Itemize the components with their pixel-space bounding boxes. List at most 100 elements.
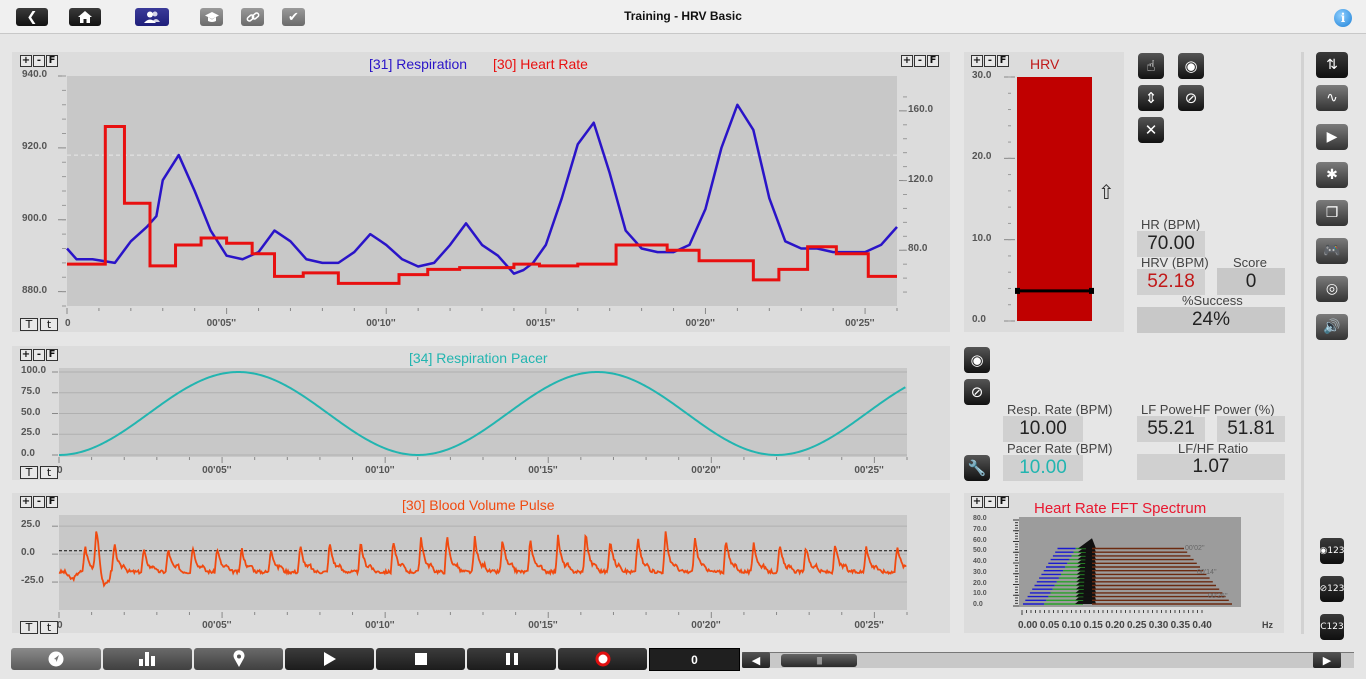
gamepad-icon: 🎮 bbox=[1323, 243, 1341, 259]
waveform-icon: ∿ bbox=[1326, 90, 1338, 106]
y-left-tick-label: 940.0 bbox=[22, 69, 48, 80]
x-tick-label: 0 bbox=[65, 318, 71, 329]
y-left-tick-label: 920.0 bbox=[22, 140, 48, 152]
y-tick-label: -25.0 bbox=[21, 575, 44, 587]
record-button[interactable] bbox=[558, 648, 647, 670]
media-files-icon: ❐ bbox=[1325, 205, 1339, 221]
x-tick-label: 0 bbox=[57, 465, 63, 476]
bar-chart-icon bbox=[138, 652, 155, 666]
y-left-tick-label: 900.0 bbox=[22, 212, 48, 224]
show-numbers-button[interactable]: ◉123 bbox=[1319, 538, 1345, 564]
y-left-tick-label: 880.0 bbox=[22, 284, 48, 296]
fft-x-tick-label: 0.10 bbox=[1061, 620, 1082, 631]
fft-time-label: 00'26'' bbox=[1208, 593, 1228, 600]
y-tick-label: 0.0 bbox=[21, 547, 35, 559]
scroll-thumb[interactable]: ||||| bbox=[781, 654, 857, 667]
session-counter: 0 bbox=[649, 648, 740, 671]
hide-numbers-icon: ⊘123 bbox=[1319, 584, 1345, 594]
y-tick-label: 80.0 bbox=[973, 515, 987, 522]
caret-left-icon: ◀ bbox=[751, 654, 761, 667]
puzzle-icon: ✱ bbox=[1326, 167, 1338, 183]
y-tick-label: 20.0 bbox=[972, 151, 992, 163]
dvd-button[interactable]: ◎ bbox=[1316, 276, 1348, 302]
media-button[interactable]: ❐ bbox=[1316, 200, 1348, 226]
x-tick-label: 0 bbox=[57, 620, 63, 631]
sidebar-divider bbox=[1301, 52, 1304, 634]
fft-x-tick-label: 0.00 bbox=[1018, 620, 1038, 631]
speaker-icon: 🔊 bbox=[1323, 319, 1341, 335]
fft-spectrum-chart bbox=[1013, 519, 1232, 615]
x-tick-label: 00'15'' bbox=[525, 318, 556, 329]
x-tick-label: 00'20'' bbox=[685, 318, 715, 329]
stop-icon bbox=[414, 653, 427, 665]
fft-x-tick-label: 0.40 bbox=[1192, 620, 1212, 631]
fft-x-tick-label: 0.20 bbox=[1105, 620, 1125, 631]
pause-icon bbox=[505, 653, 518, 665]
y-tick-label: 30.0 bbox=[972, 70, 992, 81]
x-tick-label: 00'15'' bbox=[528, 465, 558, 476]
scroll-left-button[interactable]: ◀ bbox=[742, 652, 770, 668]
video-play-icon: ▶ bbox=[1326, 129, 1338, 145]
fft-peak bbox=[1078, 538, 1096, 549]
x-tick-label: 00'25'' bbox=[845, 318, 875, 329]
y-tick-label: 50.0 bbox=[973, 547, 987, 555]
x-tick-label: 00'05'' bbox=[202, 465, 232, 476]
x-tick-label: 00'05'' bbox=[206, 318, 236, 329]
y-tick-label: 100.0 bbox=[21, 365, 47, 376]
fft-x-axis-label: Hz bbox=[1262, 620, 1273, 630]
marker-button[interactable] bbox=[194, 648, 283, 670]
navigate-icon bbox=[48, 651, 64, 667]
fft-time-label: 00'14'' bbox=[1197, 569, 1217, 576]
statistics-button[interactable] bbox=[103, 648, 192, 670]
x-tick-label: 00'10'' bbox=[366, 318, 396, 329]
y-tick-label: 40.0 bbox=[973, 558, 987, 565]
disc-icon: ◎ bbox=[1325, 281, 1339, 297]
graph-button[interactable]: ∿ bbox=[1316, 85, 1348, 111]
y-tick-label: 70.0 bbox=[973, 525, 987, 533]
x-tick-label: 00'10'' bbox=[365, 465, 395, 476]
x-tick-label: 00'05'' bbox=[202, 620, 232, 631]
fft-time-label: 00'02'' bbox=[1185, 545, 1205, 552]
y-tick-label: 10.0 bbox=[973, 590, 987, 598]
y-right-tick-label: 160.0 bbox=[908, 103, 934, 115]
y-tick-label: 25.0 bbox=[21, 519, 41, 531]
puzzle-button[interactable]: ✱ bbox=[1316, 162, 1348, 188]
y-tick-label: 20.0 bbox=[973, 579, 987, 587]
y-tick-label: 50.0 bbox=[21, 406, 41, 418]
sound-button[interactable]: 🔊 bbox=[1316, 314, 1348, 340]
record-icon bbox=[595, 651, 610, 667]
clear-numbers-button[interactable]: C123 bbox=[1320, 614, 1344, 640]
swap-arrows-icon: ⇅ bbox=[1326, 57, 1338, 73]
show-numbers-icon: ◉123 bbox=[1319, 546, 1345, 556]
fft-x-tick-label: 0.05 bbox=[1039, 620, 1060, 631]
x-tick-label: 00'20'' bbox=[691, 620, 721, 631]
y-tick-label: 25.0 bbox=[21, 427, 41, 439]
stop-button[interactable] bbox=[376, 648, 465, 670]
navigate-button[interactable] bbox=[11, 648, 101, 670]
video-button[interactable]: ▶ bbox=[1316, 124, 1348, 150]
location-pin-icon bbox=[233, 650, 244, 667]
y-tick-label: 0.0 bbox=[972, 314, 986, 325]
hide-numbers-button[interactable]: ⊘123 bbox=[1320, 576, 1344, 602]
play-button[interactable] bbox=[285, 648, 374, 670]
x-tick-label: 00'25'' bbox=[854, 620, 884, 631]
fft-x-tick-label: 0.15 bbox=[1083, 620, 1103, 631]
y-tick-label: 30.0 bbox=[973, 568, 987, 576]
y-tick-label: 60.0 bbox=[973, 536, 987, 544]
x-tick-label: 00'20'' bbox=[691, 465, 721, 476]
swap-button[interactable]: ⇅ bbox=[1316, 52, 1348, 78]
fft-x-tick-label: 0.35 bbox=[1170, 620, 1191, 631]
clear-numbers-icon: C123 bbox=[1320, 622, 1344, 632]
y-tick-label: 10.0 bbox=[972, 232, 992, 244]
game-button[interactable]: 🎮 bbox=[1316, 238, 1348, 264]
grip-icon: ||||| bbox=[816, 656, 822, 665]
pause-button[interactable] bbox=[467, 648, 556, 670]
x-tick-label: 00'15'' bbox=[528, 620, 558, 631]
scroll-right-button[interactable]: ▶ bbox=[1313, 652, 1341, 668]
caret-right-icon: ▶ bbox=[1322, 654, 1332, 667]
y-right-tick-label: 120.0 bbox=[908, 173, 934, 185]
fft-x-tick-label: 0.30 bbox=[1148, 620, 1169, 631]
y-tick-label: 0.0 bbox=[21, 448, 35, 459]
fft-x-tick-label: 0.25 bbox=[1127, 620, 1147, 631]
y-tick-label: 75.0 bbox=[21, 385, 41, 397]
